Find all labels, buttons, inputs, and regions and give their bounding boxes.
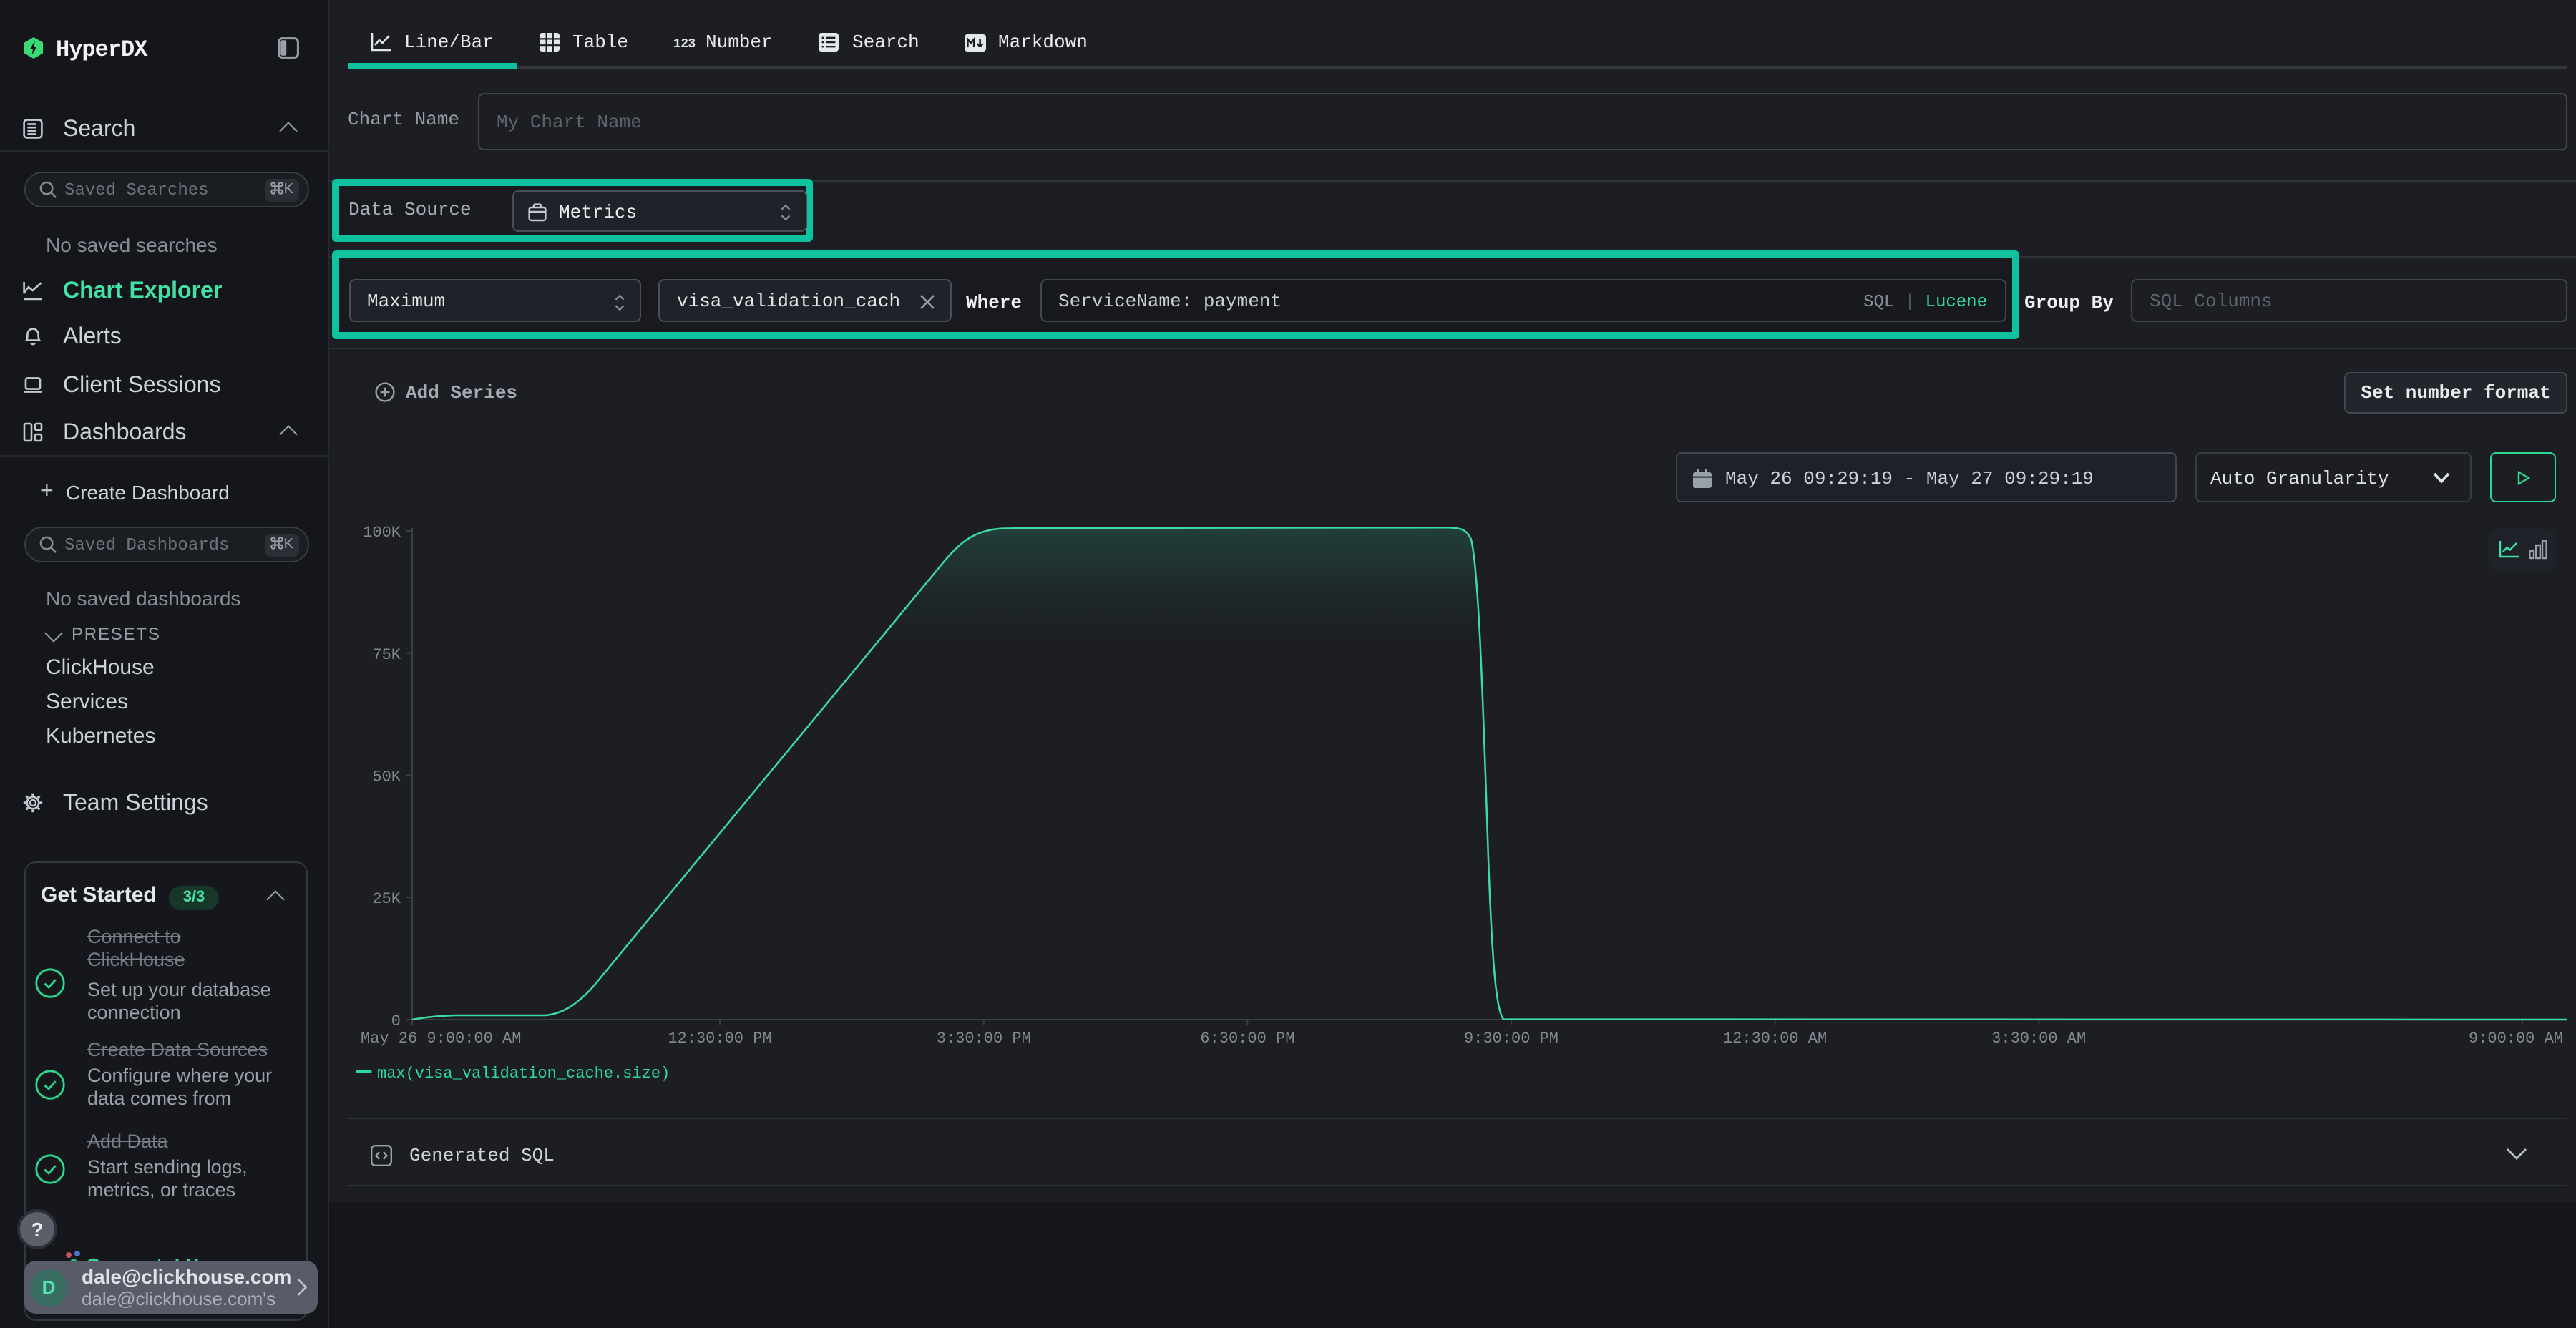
svg-text:6:30:00 PM: 6:30:00 PM: [1200, 1030, 1294, 1048]
svg-text:100K: 100K: [363, 524, 401, 542]
svg-text:75K: 75K: [372, 646, 401, 664]
svg-text:max(visa_validation_cache.size: max(visa_validation_cache.size): [377, 1065, 670, 1083]
svg-text:12:30:00 AM: 12:30:00 AM: [1723, 1030, 1827, 1048]
svg-text:9:00:00 AM: 9:00:00 AM: [2469, 1030, 2563, 1048]
svg-text:9:30:00 PM: 9:30:00 PM: [1464, 1030, 1558, 1048]
svg-text:May 26 9:00:00 AM: May 26 9:00:00 AM: [361, 1030, 521, 1048]
svg-text:3:30:00 AM: 3:30:00 AM: [1991, 1030, 2086, 1048]
svg-text:25K: 25K: [372, 890, 401, 908]
svg-text:3:30:00 PM: 3:30:00 PM: [937, 1030, 1031, 1048]
svg-text:0: 0: [391, 1012, 401, 1030]
svg-text:12:30:00 PM: 12:30:00 PM: [668, 1030, 771, 1048]
svg-text:50K: 50K: [372, 768, 401, 786]
